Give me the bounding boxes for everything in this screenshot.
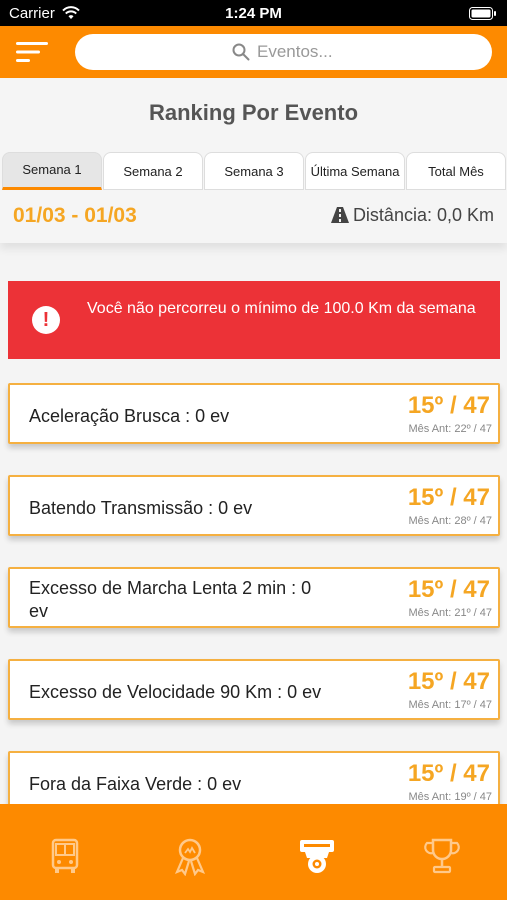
road-icon: [330, 207, 349, 228]
event-label: Aceleração Brusca : 0 ev: [29, 405, 230, 426]
trophy-icon[interactable]: [422, 836, 462, 876]
search-input[interactable]: [257, 40, 477, 64]
list-item[interactable]: Aceleração Brusca : 0 ev 15º / 47 Mês An…: [8, 383, 500, 444]
event-rank: 15º / 47: [407, 760, 490, 787]
alert-icon: !: [32, 306, 60, 334]
tab-total-mes[interactable]: Total Mês: [406, 152, 506, 190]
previous-month-rank: Mês Ant: 21º / 47: [408, 607, 492, 619]
tab-semana-3[interactable]: Semana 3: [204, 152, 304, 190]
previous-month-rank: Mês Ant: 17º / 47: [408, 699, 492, 711]
battery-icon: [469, 7, 497, 24]
distance-label: Distância: 0,0 Km: [352, 205, 494, 225]
week-tabs: Semana 1 Semana 2 Semana 3 Última Semana…: [2, 152, 507, 190]
event-label: Excesso de Velocidade 90 Km : 0 ev: [29, 681, 322, 702]
warning-message: Você não percorreu o mínimo de 100.0 Km …: [87, 300, 476, 317]
event-rank: 15º / 47: [407, 484, 490, 511]
page-title: Ranking Por Evento: [148, 100, 359, 125]
tab-ultima-semana[interactable]: Última Semana: [305, 152, 405, 190]
previous-month-rank: Mês Ant: 28º / 47: [408, 515, 492, 527]
bus-icon[interactable]: [45, 836, 85, 876]
ranking-header: Ranking Por Evento Semana 1 Semana 2 Sem…: [0, 78, 507, 243]
hamburger-menu-icon[interactable]: [16, 40, 50, 64]
previous-month-rank: Mês Ant: 22º / 47: [408, 423, 492, 435]
list-item[interactable]: Fora da Faixa Verde : 0 ev 15º / 47 Mês …: [8, 751, 500, 804]
status-bar: Carrier 1:24 PM: [0, 0, 507, 26]
award-ribbon-icon[interactable]: [170, 836, 210, 877]
search-icon: [232, 43, 250, 66]
search-bar[interactable]: [75, 34, 492, 70]
event-list[interactable]: Aceleração Brusca : 0 ev 15º / 47 Mês An…: [0, 383, 507, 804]
warning-banner: ! Você não percorreu o mínimo de 100.0 K…: [8, 281, 500, 359]
date-range: 01/03 - 01/03: [13, 204, 137, 227]
event-label: Excesso de Marcha Lenta 2 min : 0 ev: [29, 578, 312, 621]
tab-semana-1[interactable]: Semana 1: [2, 152, 102, 190]
event-rank: 15º / 47: [407, 668, 490, 695]
app-header: [0, 26, 507, 78]
event-rank: 15º / 47: [407, 392, 490, 419]
distance-info: Distância: 0,0 Km: [330, 205, 494, 228]
speed-camera-icon[interactable]: [297, 836, 337, 876]
list-item[interactable]: Excesso de Velocidade 90 Km : 0 ev 15º /…: [8, 659, 500, 720]
event-label: Fora da Faixa Verde : 0 ev: [29, 773, 242, 794]
list-item[interactable]: Excesso de Marcha Lenta 2 min : 0 ev 15º…: [8, 567, 500, 628]
clock-time: 1:24 PM: [225, 5, 282, 22]
event-label: Batendo Transmissão : 0 ev: [29, 497, 253, 518]
event-rank: 15º / 47: [407, 576, 490, 603]
bottom-navigation: [0, 804, 507, 900]
tab-semana-2[interactable]: Semana 2: [103, 152, 203, 190]
list-item[interactable]: Batendo Transmissão : 0 ev 15º / 47 Mês …: [8, 475, 500, 536]
previous-month-rank: Mês Ant: 19º / 47: [408, 791, 492, 803]
